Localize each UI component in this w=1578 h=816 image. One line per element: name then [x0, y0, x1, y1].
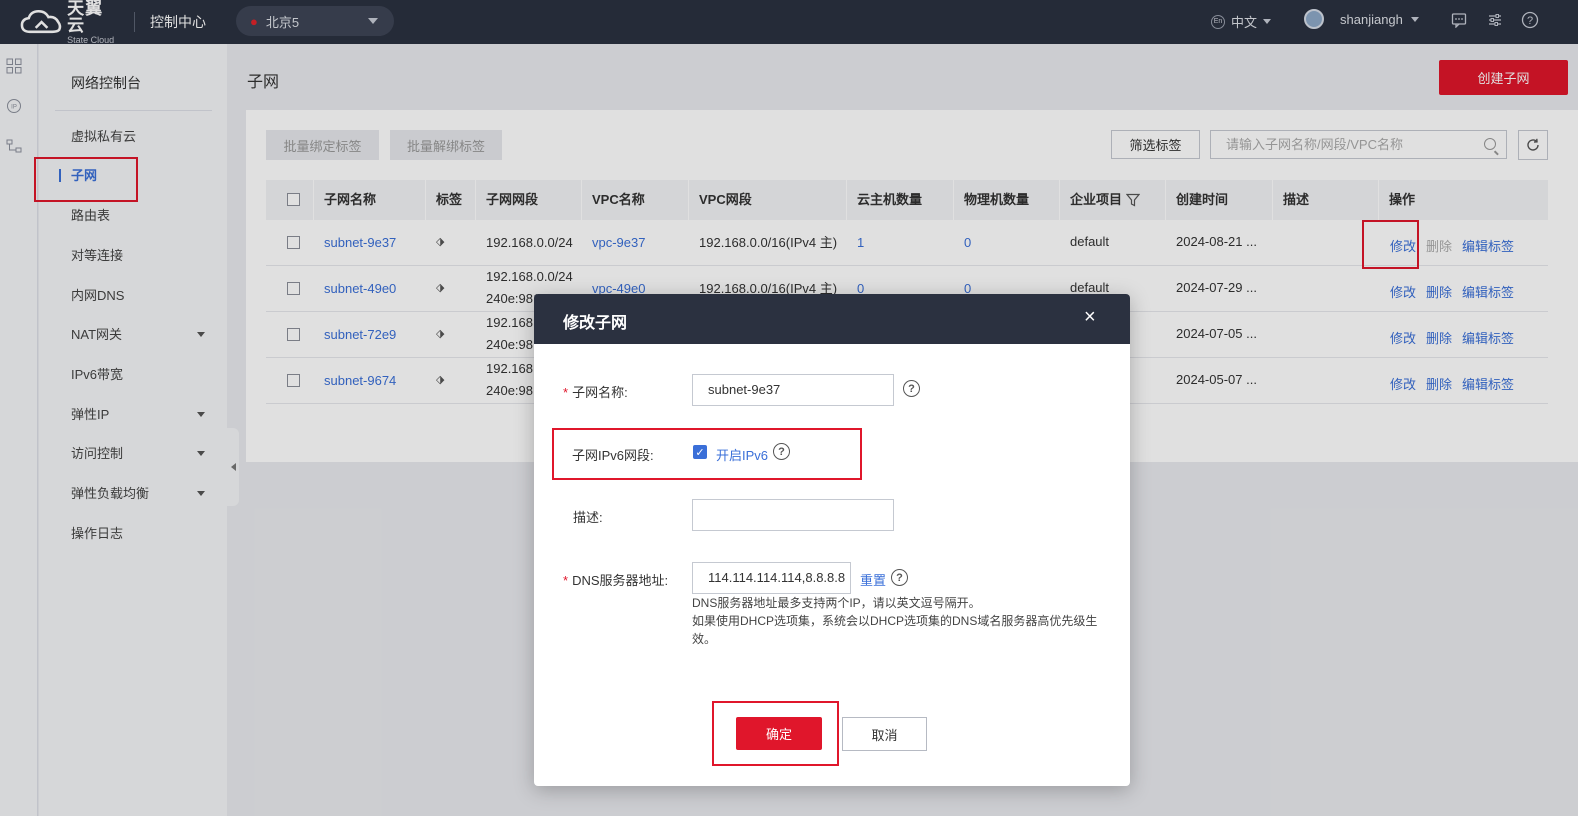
help-icon[interactable]: ? — [891, 569, 908, 586]
description-input[interactable] — [692, 499, 894, 531]
description-label: 描述: — [573, 510, 603, 525]
reset-link[interactable]: 重置 — [860, 570, 886, 589]
subnet-name-label: * 子网名称: — [563, 385, 628, 400]
dns-label: * DNS服务器地址: — [563, 573, 669, 588]
dns-hint: 效。 — [692, 632, 717, 646]
dialog-header: 修改子网 × — [534, 294, 1130, 344]
dns-hint: DNS服务器地址最多支持两个IP，请以英文逗号隔开。 — [692, 596, 981, 610]
close-icon[interactable]: × — [1084, 307, 1096, 327]
help-icon[interactable]: ? — [903, 380, 920, 397]
dns-hint: 如果使用DHCP选项集，系统会以DHCP选项集的DNS域名服务器高优先级生 — [692, 614, 1098, 628]
cancel-button[interactable]: 取消 — [842, 717, 927, 751]
dns-input[interactable]: 114.114.114.114,8.8.8.8 — [692, 562, 851, 594]
highlight-box — [712, 701, 839, 766]
dialog-title: 修改子网 — [563, 315, 628, 332]
subnet-name-input[interactable]: subnet-9e37 — [692, 374, 894, 406]
highlight-box — [552, 428, 862, 480]
